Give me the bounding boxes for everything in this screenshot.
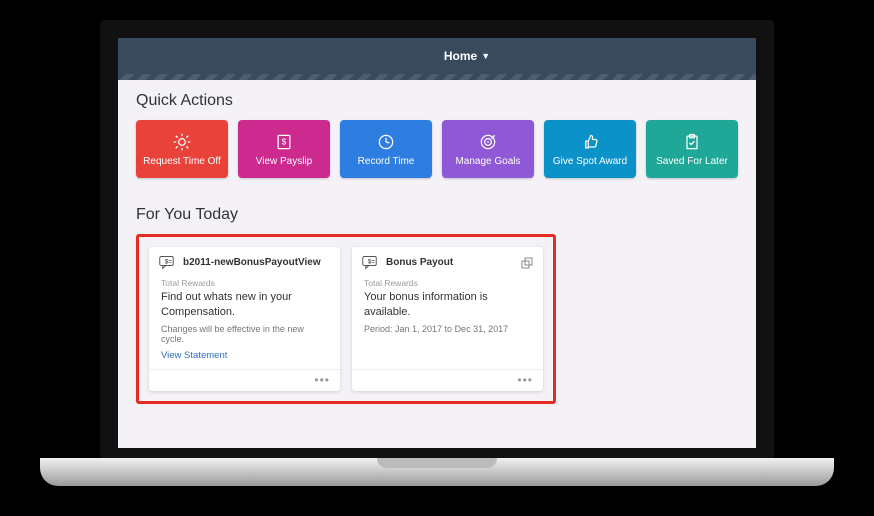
quick-tile-record-time[interactable]: Record Time bbox=[340, 120, 432, 178]
card-category: Total Rewards bbox=[364, 278, 531, 288]
card-bonus-payout-new[interactable]: $= b2011-newBonusPayoutView Total Reward… bbox=[149, 247, 340, 391]
card-category: Total Rewards bbox=[161, 278, 328, 288]
sun-icon bbox=[172, 132, 192, 152]
quick-tile-label: Give Spot Award bbox=[553, 156, 627, 167]
quick-tile-label: Saved For Later bbox=[656, 156, 728, 167]
svg-text:$=: $= bbox=[165, 259, 172, 265]
quick-tile-saved-for-later[interactable]: Saved For Later bbox=[646, 120, 738, 178]
quick-tile-label: Manage Goals bbox=[455, 156, 520, 167]
card-header-label: Bonus Payout bbox=[386, 257, 453, 268]
card-header-label: b2011-newBonusPayoutView bbox=[183, 257, 321, 268]
nav-home[interactable]: Home ▼ bbox=[444, 49, 490, 63]
top-nav: Home ▼ bbox=[118, 38, 756, 74]
quick-actions-section: Quick Actions Request Time Off $ View Pa… bbox=[136, 92, 738, 178]
quick-tile-give-spot-award[interactable]: Give Spot Award bbox=[544, 120, 636, 178]
quick-tile-manage-goals[interactable]: Manage Goals bbox=[442, 120, 534, 178]
nav-home-label: Home bbox=[444, 49, 477, 63]
payslip-icon: $ bbox=[274, 132, 294, 152]
card-subtitle: Changes will be effective in the new cyc… bbox=[161, 324, 328, 344]
quick-tile-label: Record Time bbox=[358, 156, 415, 167]
card-title: Find out whats new in your Compensation. bbox=[161, 290, 328, 320]
for-you-title: For You Today bbox=[136, 206, 738, 224]
thumbs-up-icon bbox=[580, 132, 600, 152]
quick-tile-label: Request Time Off bbox=[143, 156, 221, 167]
money-chat-icon: $= bbox=[362, 255, 380, 270]
clipboard-icon bbox=[682, 132, 702, 152]
laptop-base bbox=[40, 458, 834, 486]
svg-text:$: $ bbox=[282, 136, 287, 146]
clock-icon bbox=[376, 132, 396, 152]
view-statement-link[interactable]: View Statement bbox=[161, 350, 227, 361]
quick-actions-title: Quick Actions bbox=[136, 92, 738, 110]
popout-icon[interactable] bbox=[521, 257, 533, 269]
laptop-notch bbox=[377, 458, 497, 468]
card-bonus-payout[interactable]: $= Bonus Payout Total Rewards Your bonus… bbox=[352, 247, 543, 391]
quick-tile-request-time-off[interactable]: Request Time Off bbox=[136, 120, 228, 178]
quick-tile-label: View Payslip bbox=[256, 156, 313, 167]
card-title: Your bonus information is available. bbox=[364, 290, 531, 320]
target-icon bbox=[478, 132, 498, 152]
quick-tile-view-payslip[interactable]: $ View Payslip bbox=[238, 120, 330, 178]
highlighted-cards: $= b2011-newBonusPayoutView Total Reward… bbox=[136, 234, 556, 404]
card-subtitle: Period: Jan 1, 2017 to Dec 31, 2017 bbox=[364, 324, 531, 334]
money-chat-icon: $= bbox=[159, 255, 177, 270]
more-icon[interactable]: ••• bbox=[517, 373, 533, 387]
more-icon[interactable]: ••• bbox=[314, 373, 330, 387]
for-you-section: For You Today $= b2011-newBonusPayoutVie… bbox=[136, 206, 738, 404]
chevron-down-icon: ▼ bbox=[481, 51, 490, 61]
svg-text:$=: $= bbox=[368, 259, 375, 265]
